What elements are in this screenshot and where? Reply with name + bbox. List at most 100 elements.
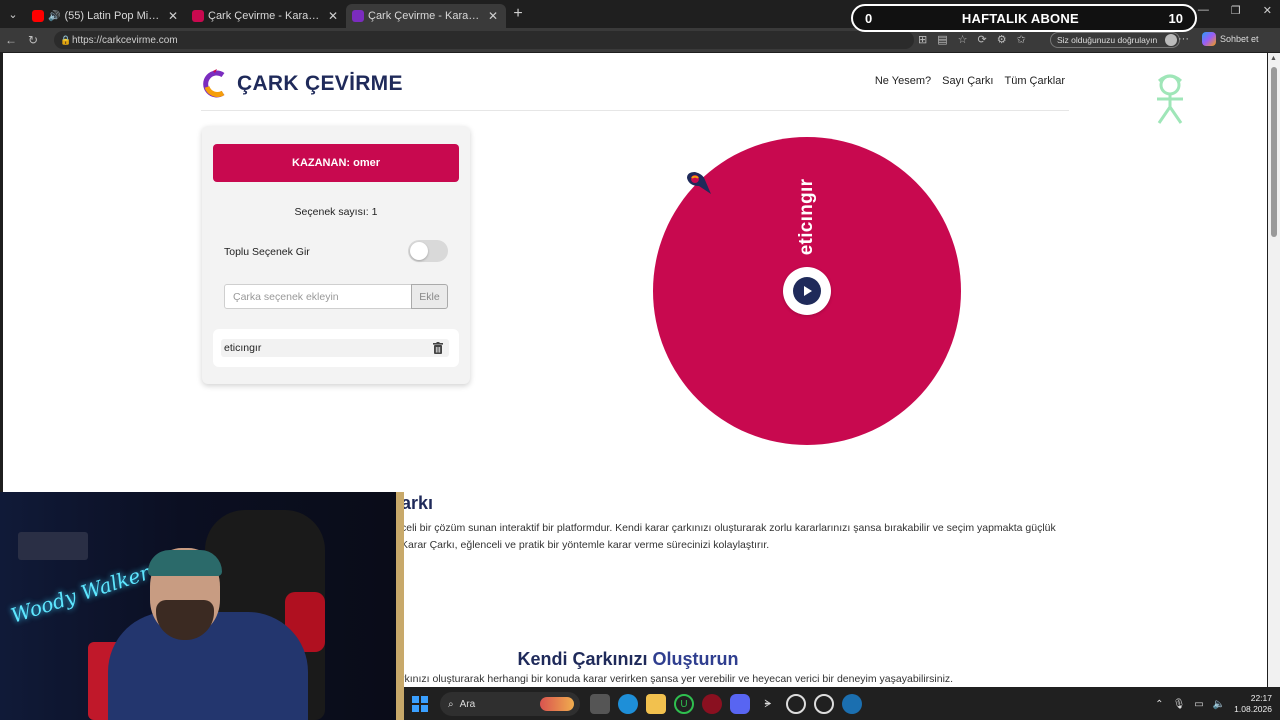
refresh-extension-icon[interactable]: ⟳ [978, 33, 987, 46]
option-count: Seçenek sayısı: 1 [294, 206, 378, 218]
start-icon[interactable] [410, 694, 430, 714]
url-text: https://carkcevirme.com [72, 34, 178, 46]
taskbar-search[interactable]: ⌕ Ara [440, 692, 580, 716]
close-tab-icon[interactable]: ✕ [486, 9, 500, 23]
page-scrollbar[interactable]: ▲ [1268, 53, 1280, 687]
build-title-accent: Oluşturun [652, 649, 739, 669]
audio-playing-icon[interactable]: 🔊 [48, 11, 60, 22]
tab-actions-menu-icon[interactable]: ⌄ [0, 0, 26, 28]
close-window-icon[interactable]: ✕ [1263, 4, 1272, 17]
edge-icon[interactable] [618, 694, 638, 714]
verify-label: Siz olduğunuzu doğrulayın [1057, 35, 1158, 45]
wheel-segment-label: eticıngır [796, 178, 817, 256]
chrome-icon[interactable] [814, 694, 834, 714]
subscriber-current: 0 [865, 10, 873, 26]
about-section-title: arkı [401, 493, 434, 513]
add-option-button[interactable]: Ekle [411, 284, 448, 309]
streamer-cap [148, 550, 222, 576]
network-icon[interactable]: ▭ [1194, 699, 1203, 710]
tab-title: (55) Latin Pop Mix | Radio Hits [64, 10, 162, 22]
winner-banner: KAZANAN: omer [213, 144, 459, 182]
extensions-icon[interactable]: ⚙ [997, 33, 1007, 46]
new-tab-icon[interactable]: + [506, 5, 530, 23]
site-info-icon[interactable]: 🔒 [60, 35, 71, 46]
browser-tab-youtube[interactable]: 🔊 (55) Latin Pop Mix | Radio Hits ✕ [26, 4, 186, 28]
weekly-subscriber-counter: 0 HAFTALIK ABONE 10 [851, 4, 1197, 32]
search-icon: ⌕ [448, 698, 454, 710]
more-options-icon[interactable]: ··· [1178, 33, 1189, 45]
winner-text: KAZANAN: omer [292, 157, 380, 169]
search-highlight-icon [540, 697, 574, 711]
tray-overflow-icon[interactable]: ⌃ [1155, 699, 1163, 710]
nav-item-tum-carklar[interactable]: Tüm Çarklar [1004, 75, 1065, 87]
search-placeholder: Ara [459, 698, 476, 710]
play-icon [793, 277, 821, 305]
toggle-knob [410, 242, 428, 260]
options-panel: KAZANAN: omer Seçenek sayısı: 1 Toplu Se… [202, 126, 470, 384]
window-controls: — ❐ ✕ [1198, 4, 1272, 17]
trash-icon[interactable] [433, 342, 443, 354]
about-text-line: celi bir çözüm sunan interaktif bir plat… [401, 522, 1056, 534]
verify-identity-button[interactable]: Siz olduğunuzu doğrulayın [1050, 32, 1181, 48]
refresh-icon[interactable]: ↻ [22, 33, 44, 47]
brand-logo-link[interactable]: ÇARK ÇEVİRME [201, 69, 403, 99]
steam-icon[interactable] [842, 694, 862, 714]
option-label: eticıngır [224, 342, 262, 354]
subscriber-label: HAFTALIK ABONE [961, 10, 1079, 26]
file-explorer-icon[interactable] [646, 694, 666, 714]
browser-tab-cark-2[interactable]: Çark Çevirme - Karar Çarkı! ✕ [346, 4, 506, 28]
copilot-icon [1202, 32, 1216, 46]
back-icon[interactable]: ← [0, 33, 22, 47]
copilot-chat-button[interactable]: Sohbet et [1202, 32, 1259, 46]
scrollbar-thumb[interactable] [1271, 67, 1277, 237]
clock-date: 1.08.2026 [1234, 704, 1272, 714]
address-bar-icons: ⊞ ▤ ☆ ⟳ ⚙ ✩ [918, 33, 1026, 46]
youtube-favicon-icon [32, 10, 44, 22]
add-option-input[interactable] [224, 284, 412, 309]
site-header: ÇARK ÇEVİRME Ne Yesem? Sayı Çarkı Tüm Ça… [201, 65, 1069, 111]
upwork-icon[interactable]: U [674, 694, 694, 714]
nav-item-sayi-carki[interactable]: Sayı Çarkı [942, 75, 993, 87]
tab-title: Çark Çevirme - Karar Çarkı! [208, 10, 322, 22]
favorites-icon[interactable]: ✩ [1017, 33, 1026, 46]
app-icon[interactable]: ᗙ [758, 694, 778, 714]
webcam-shelf [18, 532, 88, 560]
apps-icon[interactable]: ⊞ [918, 33, 927, 46]
wheel-pointer-icon [687, 172, 711, 194]
favorite-star-icon[interactable]: ☆ [958, 33, 968, 46]
build-title-part: Kendi Çarkınızı [517, 649, 648, 669]
top-navigation: Ne Yesem? Sayı Çarkı Tüm Çarklar [875, 75, 1065, 87]
clock[interactable]: 22:17 1.08.2026 [1234, 693, 1272, 715]
task-view-icon[interactable] [590, 694, 610, 714]
copilot-label: Sohbet et [1220, 34, 1259, 44]
discord-icon[interactable] [730, 694, 750, 714]
maximize-icon[interactable]: ❐ [1231, 4, 1241, 17]
about-text-line: Karar Çarkı, eğlenceli ve pratik bir yön… [401, 538, 770, 551]
tab-title: Çark Çevirme - Karar Çarkı! [368, 10, 482, 22]
red-app-icon[interactable] [702, 694, 722, 714]
bulk-entry-toggle[interactable] [408, 240, 448, 262]
list-item: eticıngır [221, 339, 449, 357]
profile-avatar-icon [1165, 34, 1178, 46]
close-tab-icon[interactable]: ✕ [166, 9, 180, 23]
microphone-icon[interactable]: 🎙 [1173, 699, 1186, 710]
mascot-figure-icon [1157, 74, 1183, 124]
webcam-overlay: Woody Walker [0, 492, 404, 720]
minimize-icon[interactable]: — [1198, 4, 1209, 17]
volume-icon[interactable]: 🔈 [1213, 699, 1225, 710]
obs-icon[interactable] [786, 694, 806, 714]
brand-name: ÇARK ÇEVİRME [237, 72, 403, 95]
windows-taskbar: ⌕ Ara U ᗙ ⌃ 🎙 ▭ 🔈 22:17 1.08.2026 [404, 688, 1280, 720]
close-tab-icon[interactable]: ✕ [326, 9, 340, 23]
scroll-up-icon[interactable]: ▲ [1270, 55, 1277, 62]
system-tray: ⌃ 🎙 ▭ 🔈 22:17 1.08.2026 [1155, 693, 1272, 715]
url-field[interactable]: 🔒 https://carkcevirme.com [54, 31, 914, 49]
nav-item-ne-yesem[interactable]: Ne Yesem? [875, 75, 931, 87]
cark-favicon-icon [352, 10, 364, 22]
browser-tab-cark-1[interactable]: Çark Çevirme - Karar Çarkı! ✕ [186, 4, 346, 28]
reader-icon[interactable]: ▤ [937, 33, 947, 46]
clock-time: 22:17 [1250, 693, 1272, 703]
spin-button[interactable] [783, 267, 831, 315]
brand-logo-icon [203, 69, 225, 98]
options-list: eticıngır [213, 329, 459, 367]
